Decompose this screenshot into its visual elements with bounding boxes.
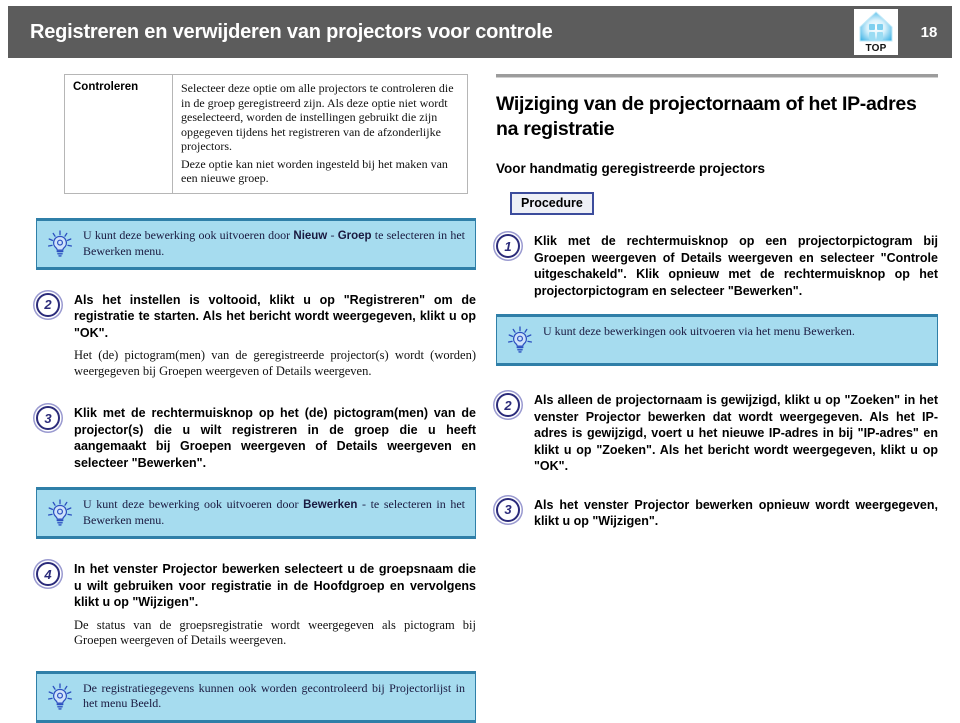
lightbulb-icon [47, 499, 73, 526]
table-row-label: Controleren [64, 74, 173, 194]
step-2: 2 Als alleen de projectornaam is gewijzi… [496, 392, 938, 475]
lightbulb-icon [47, 682, 73, 710]
tip-bold-groep: Groep [337, 229, 372, 242]
tip-text-separator: - [327, 227, 338, 242]
tip-box-bewerken: U kunt deze bewerking ook uitvoeren door… [36, 487, 476, 539]
tip-box-nieuw-groep: U kunt deze bewerking ook uitvoeren door… [36, 217, 476, 270]
tip-text-segment: U kunt deze bewerking ook uitvoeren door [83, 497, 304, 511]
section-title: Wijziging van de projectornaam of het IP… [496, 93, 917, 140]
page-title: Registreren en verwijderen van projector… [30, 20, 553, 43]
step-number-badge: 1 [496, 234, 520, 258]
step-body: Klik met de rechtermuisknop op een proje… [534, 233, 938, 299]
step-heading: Als het instellen is voltooid, klikt u o… [74, 292, 476, 340]
step-1: 1 Klik met de rechtermuisknop op een pro… [496, 233, 938, 299]
step-body: In het venster Projector bewerken select… [74, 561, 476, 649]
controleren-spec-table: Controleren Selecteer deze optie om alle… [64, 74, 468, 194]
projector-house-icon [859, 11, 893, 42]
subsection-title: Voor handmatig geregistreerde projectors [496, 161, 766, 176]
page-number: 18 [920, 23, 938, 41]
procedure-badge: Procedure [510, 192, 594, 215]
tip-bold-nieuw: Nieuw [293, 229, 328, 242]
step-heading: Klik met de rechtermuisknop op het (de) … [74, 406, 476, 470]
tip-text: U kunt deze bewerking ook uitvoeren door… [83, 228, 465, 259]
step-3: 3 Als het venster Projector bewerken opn… [496, 497, 938, 530]
step-number-badge: 3 [496, 497, 520, 522]
top-icon-label: TOP [865, 43, 887, 54]
step-note: Het (de) pictogram(men) van de geregistr… [74, 348, 476, 378]
step-4: 4 In het venster Projector bewerken sele… [36, 561, 476, 649]
section-divider [496, 74, 938, 78]
tip-box-menu-bewerken: U kunt deze bewerkingen ook uitvoeren vi… [496, 314, 938, 366]
lightbulb-icon [47, 229, 73, 257]
step-number-badge: 2 [496, 393, 520, 417]
step-heading: Als het venster Projector bewerken opnie… [534, 497, 938, 529]
step-heading: Als alleen de projectornaam is gewijzigd… [534, 393, 938, 473]
tip-box-projectorlijst: De registratiegegevens kunnen ook worden… [36, 670, 476, 723]
page-header-bar: Registreren en verwijderen van projector… [8, 6, 952, 58]
tip-text: U kunt deze bewerkingen ook uitvoeren vi… [543, 324, 855, 338]
tip-bold-bewerken: Bewerken [303, 499, 358, 511]
step-body: Als het instellen is voltooid, klikt u o… [74, 292, 476, 380]
step-heading: Klik met de rechtermuisknop op een proje… [534, 234, 938, 298]
step-heading: In het venster Projector bewerken select… [74, 562, 476, 609]
step-3: 3 Klik met de rechtermuisknop op het (de… [36, 405, 476, 471]
projector-top-icon[interactable]: TOP [854, 9, 898, 55]
step-body: Als alleen de projectornaam is gewijzigd… [534, 392, 938, 475]
tip-text: U kunt deze bewerking ook uitvoeren door… [83, 497, 465, 528]
table-row-paragraph-1: Selecteer deze optie om alle projectors … [181, 81, 454, 153]
left-column: Controleren Selecteer deze optie om alle… [36, 74, 476, 723]
lightbulb-icon [507, 326, 533, 353]
step-number-badge: 4 [36, 562, 60, 586]
table-row-paragraph-2: Deze optie kan niet worden ingesteld bij… [181, 156, 448, 186]
right-column: Wijziging van de projectornaam of het IP… [496, 74, 938, 530]
table-row: Controleren Selecteer deze optie om alle… [64, 74, 468, 194]
step-body: Klik met de rechtermuisknop op het (de) … [74, 405, 476, 471]
step-number-badge: 3 [36, 406, 60, 430]
step-2: 2 Als het instellen is voltooid, klikt u… [36, 292, 476, 380]
tip-text: De registratiegegevens kunnen ook worden… [83, 680, 465, 710]
table-row-description: Selecteer deze optie om alle projectors … [172, 74, 468, 194]
step-note: De status van de groepsregistratie wordt… [74, 617, 476, 648]
step-body: Als het venster Projector bewerken opnie… [534, 497, 938, 530]
tip-text-segment: U kunt deze bewerking ook uitvoeren door [83, 227, 294, 242]
step-number-badge: 2 [36, 292, 60, 317]
